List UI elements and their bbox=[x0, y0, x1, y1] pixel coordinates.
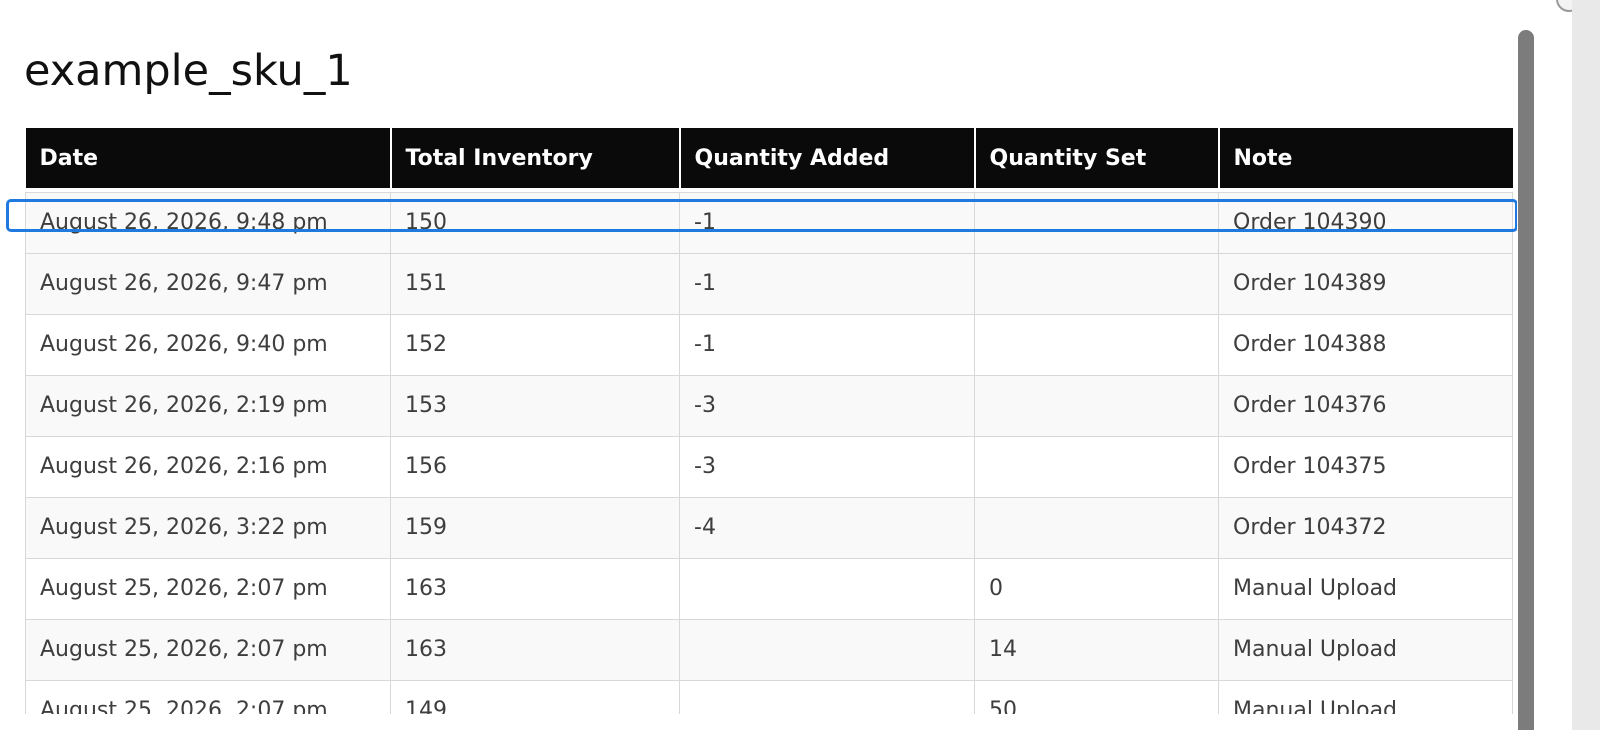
cell-quantity-added: -3 bbox=[679, 435, 975, 498]
cell-quantity-set bbox=[974, 435, 1219, 498]
cell-note: Manual Upload bbox=[1218, 618, 1513, 681]
inventory-history-modal: example_sku_1 Date Total Inventory Quant… bbox=[0, 0, 1572, 730]
column-header-quantity-set[interactable]: Quantity Set bbox=[974, 128, 1220, 188]
cell-total-inventory: 163 bbox=[390, 618, 680, 681]
column-header-note[interactable]: Note bbox=[1218, 128, 1513, 188]
table-header-row: Date Total Inventory Quantity Added Quan… bbox=[25, 128, 1513, 188]
table-row[interactable]: August 26, 2026, 9:47 pm 151 -1 Order 10… bbox=[25, 252, 1513, 315]
cell-date: August 25, 2026, 2:07 pm bbox=[25, 618, 391, 681]
modal-bottom-edge bbox=[0, 714, 1517, 730]
cell-quantity-added bbox=[679, 618, 975, 681]
cell-quantity-added: -1 bbox=[679, 252, 975, 315]
cell-date: August 26, 2026, 9:40 pm bbox=[25, 313, 391, 376]
cell-note: Order 104376 bbox=[1218, 374, 1513, 437]
cell-quantity-set bbox=[974, 313, 1219, 376]
cell-date: August 25, 2026, 2:07 pm bbox=[25, 557, 391, 620]
table-row[interactable]: August 26, 2026, 2:16 pm 156 -3 Order 10… bbox=[25, 435, 1513, 498]
cell-quantity-added bbox=[679, 557, 975, 620]
cell-note: Order 104375 bbox=[1218, 435, 1513, 498]
cell-note: Manual Upload bbox=[1218, 557, 1513, 620]
scrollbar-thumb[interactable] bbox=[1518, 30, 1534, 730]
cell-date: August 26, 2026, 9:48 pm bbox=[25, 191, 391, 254]
cell-total-inventory: 150 bbox=[390, 191, 680, 254]
table-row[interactable]: August 25, 2026, 2:07 pm 163 0 Manual Up… bbox=[25, 557, 1513, 620]
table-row[interactable]: August 26, 2026, 9:40 pm 152 -1 Order 10… bbox=[25, 313, 1513, 376]
cell-quantity-set bbox=[974, 252, 1219, 315]
cell-quantity-added: -1 bbox=[679, 313, 975, 376]
table-row[interactable]: August 25, 2026, 2:07 pm 163 14 Manual U… bbox=[25, 618, 1513, 681]
cell-quantity-set bbox=[974, 191, 1219, 254]
table-row[interactable]: August 26, 2026, 9:48 pm 150 -1 Order 10… bbox=[25, 191, 1513, 254]
column-header-quantity-added[interactable]: Quantity Added bbox=[679, 128, 976, 188]
cell-total-inventory: 156 bbox=[390, 435, 680, 498]
cell-quantity-set bbox=[974, 374, 1219, 437]
cell-quantity-added: -3 bbox=[679, 374, 975, 437]
column-header-date[interactable]: Date bbox=[25, 128, 392, 188]
cell-note: Order 104372 bbox=[1218, 496, 1513, 559]
table-row[interactable]: August 26, 2026, 2:19 pm 153 -3 Order 10… bbox=[25, 374, 1513, 437]
cell-date: August 26, 2026, 9:47 pm bbox=[25, 252, 391, 315]
cell-date: August 26, 2026, 2:16 pm bbox=[25, 435, 391, 498]
table-row[interactable]: August 25, 2026, 3:22 pm 159 -4 Order 10… bbox=[25, 496, 1513, 559]
cell-date: August 25, 2026, 3:22 pm bbox=[25, 496, 391, 559]
cell-note: Order 104388 bbox=[1218, 313, 1513, 376]
inventory-history-table: Date Total Inventory Quantity Added Quan… bbox=[25, 128, 1513, 730]
page-title: example_sku_1 bbox=[24, 46, 353, 96]
cell-quantity-added: -1 bbox=[679, 191, 975, 254]
cell-note: Order 104390 bbox=[1218, 191, 1513, 254]
cell-date: August 26, 2026, 2:19 pm bbox=[25, 374, 391, 437]
cell-quantity-set bbox=[974, 496, 1219, 559]
cell-total-inventory: 159 bbox=[390, 496, 680, 559]
cell-total-inventory: 152 bbox=[390, 313, 680, 376]
cell-quantity-set: 14 bbox=[974, 618, 1219, 681]
cell-quantity-added: -4 bbox=[679, 496, 975, 559]
close-icon[interactable] bbox=[1556, 0, 1572, 12]
cell-total-inventory: 163 bbox=[390, 557, 680, 620]
cell-total-inventory: 153 bbox=[390, 374, 680, 437]
column-header-total-inventory[interactable]: Total Inventory bbox=[390, 128, 681, 188]
cell-quantity-set: 0 bbox=[974, 557, 1219, 620]
cell-note: Order 104389 bbox=[1218, 252, 1513, 315]
cell-total-inventory: 151 bbox=[390, 252, 680, 315]
